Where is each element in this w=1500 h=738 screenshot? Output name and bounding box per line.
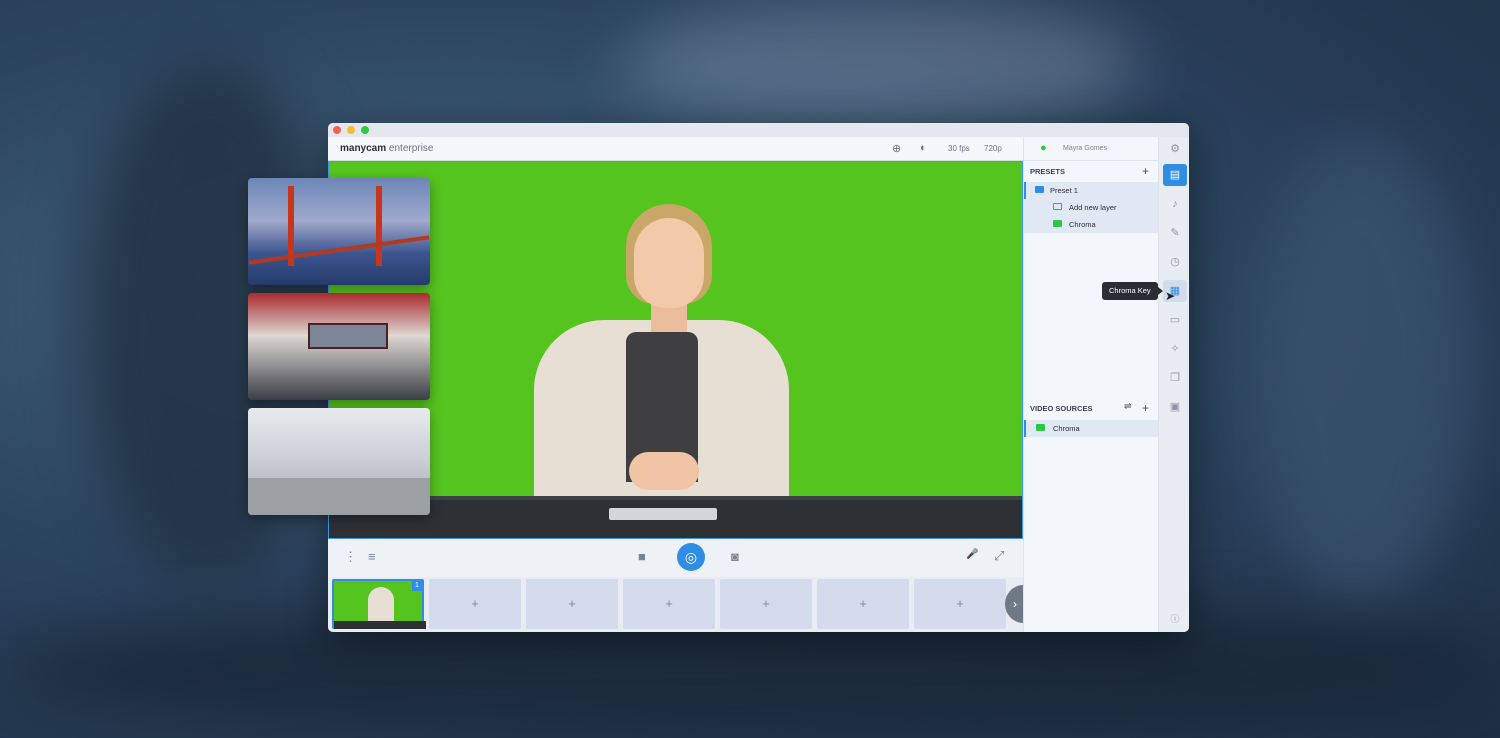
- app-logo: manycam enterprise: [340, 143, 434, 154]
- presenter-video: [534, 202, 789, 505]
- brightness-icon[interactable]: ◐: [920, 142, 927, 154]
- zoom-icon[interactable]: ⊕: [892, 142, 901, 155]
- preset-label: Preset 1: [1050, 186, 1078, 195]
- chroma-key-tooltip: Chroma Key: [1102, 282, 1163, 300]
- draw-icon[interactable]: ✎: [1163, 222, 1187, 244]
- image-icon: [1053, 220, 1062, 227]
- main-preview[interactable]: [328, 161, 1023, 539]
- maximize-window-button[interactable]: [361, 126, 369, 134]
- settings-icon[interactable]: ⚙: [1163, 138, 1187, 160]
- audio-icon[interactable]: ♪: [1163, 193, 1187, 215]
- add-preset-button[interactable]: +: [1142, 164, 1149, 178]
- studio-background-thumbnail[interactable]: [248, 293, 430, 400]
- user-row[interactable]: ● Mayra Gomes: [1024, 137, 1159, 161]
- fps-indicator[interactable]: 30 fps: [948, 144, 970, 153]
- snapshot-icon[interactable]: ◙: [731, 549, 739, 564]
- empty-slot[interactable]: +: [526, 579, 618, 629]
- presets-title: PRESETS: [1030, 167, 1066, 176]
- presets-icon[interactable]: ▤: [1163, 164, 1187, 186]
- video-sources-title: VIDEO SOURCES: [1030, 404, 1093, 413]
- effects-wand-icon[interactable]: ✧: [1163, 338, 1187, 360]
- title-bar: [328, 123, 1189, 137]
- more-options-icon[interactable]: ⋮: [344, 549, 357, 565]
- layer-label: Chroma: [1069, 220, 1096, 229]
- layer-item[interactable]: Chroma: [1024, 216, 1159, 233]
- add-layer-item[interactable]: Add new layer: [1024, 199, 1159, 216]
- empty-slot[interactable]: +: [720, 579, 812, 629]
- layers-icon[interactable]: ❐: [1163, 367, 1187, 389]
- video-source-label: Chroma: [1053, 424, 1080, 433]
- tool-rail: ⚙ ▤ ♪ ✎ ◷ ▦ ▭ ✧ ❐ ▣ ⓘ: [1158, 137, 1189, 632]
- preset-slots: 1 + + + + + + ›: [328, 577, 1041, 632]
- clock-icon[interactable]: ◷: [1163, 251, 1187, 273]
- close-window-button[interactable]: [333, 126, 341, 134]
- office-background-thumbnail[interactable]: [248, 408, 430, 515]
- reorder-sources-icon[interactable]: ⇌: [1124, 401, 1132, 412]
- empty-slot[interactable]: +: [429, 579, 521, 629]
- broadcast-button[interactable]: ◎: [677, 543, 705, 571]
- top-bar: manycam enterprise ⊕ ◐ 30 fps 720p: [328, 137, 1023, 161]
- playlist-icon[interactable]: ≡: [368, 549, 376, 564]
- lower-thirds-icon[interactable]: ▭: [1163, 309, 1187, 331]
- add-layer-icon: [1053, 203, 1062, 210]
- slot-number: 1: [412, 581, 422, 591]
- empty-slot[interactable]: +: [817, 579, 909, 629]
- minimize-window-button[interactable]: [347, 126, 355, 134]
- empty-slot[interactable]: +: [914, 579, 1006, 629]
- mouse-cursor-icon: ➤: [1165, 289, 1176, 303]
- side-panel: ● Mayra Gomes PRESETS + Preset 1 Add new…: [1023, 137, 1159, 632]
- preset-icon: [1035, 186, 1044, 193]
- user-name: Mayra Gomes: [1063, 145, 1107, 152]
- user-avatar-icon: ●: [1040, 142, 1047, 154]
- empty-slot[interactable]: +: [623, 579, 715, 629]
- fullscreen-icon[interactable]: ⤢: [994, 548, 1004, 564]
- video-source-item[interactable]: Chroma: [1024, 420, 1159, 437]
- background-blur: [1250, 140, 1470, 600]
- preset-item[interactable]: Preset 1: [1024, 182, 1159, 199]
- bridge-background-thumbnail[interactable]: [248, 178, 430, 285]
- info-icon[interactable]: ⓘ: [1163, 608, 1187, 630]
- widgets-icon[interactable]: ▣: [1163, 396, 1187, 418]
- image-icon: [1036, 424, 1045, 431]
- tablet: [609, 508, 717, 520]
- add-layer-label: Add new layer: [1069, 203, 1117, 212]
- preset-slot-1[interactable]: 1: [332, 579, 426, 629]
- microphone-icon[interactable]: 🎤: [966, 549, 978, 560]
- video-camera-icon[interactable]: ■: [638, 549, 646, 564]
- add-video-source-button[interactable]: +: [1142, 401, 1149, 415]
- preview-controls: ⋮ ≡ ■ ◎ ◙ 🎤 ⤢: [328, 539, 1023, 577]
- resolution-indicator[interactable]: 720p: [984, 144, 1002, 153]
- background-blur: [620, 0, 1140, 130]
- manycam-window: manycam enterprise ⊕ ◐ 30 fps 720p ⋮ ≡ ■…: [328, 123, 1189, 632]
